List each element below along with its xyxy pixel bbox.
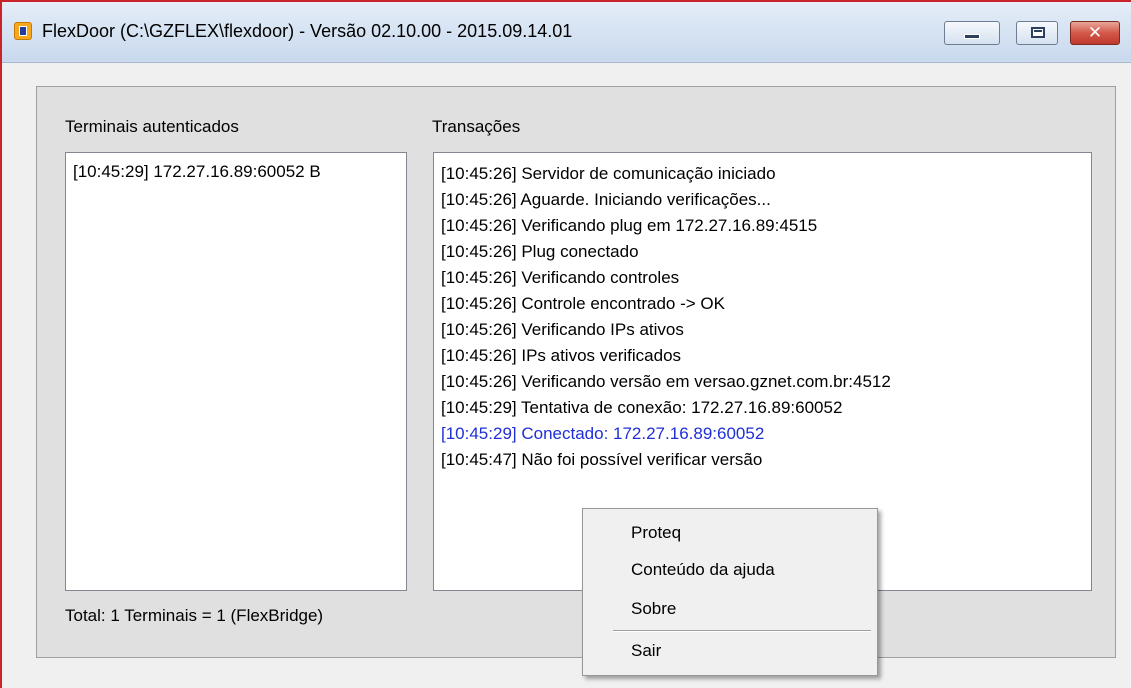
minimize-icon [964, 34, 980, 39]
transaction-list-item[interactable]: [10:45:26] Verificando plug em 172.27.16… [434, 213, 1091, 239]
transaction-list-item[interactable]: [10:45:47] Não foi possível verificar ve… [434, 447, 1091, 473]
maximize-icon [1031, 27, 1045, 38]
transaction-list-item[interactable]: [10:45:26] Servidor de comunicação inici… [434, 161, 1091, 187]
transaction-list-item[interactable]: [10:45:29] Tentativa de conexão: 172.27.… [434, 395, 1091, 421]
terminals-heading: Terminais autenticados [65, 117, 239, 136]
transaction-list-item[interactable]: [10:45:29] Conectado: 172.27.16.89:60052 [434, 421, 1091, 447]
terminals-total: Total: 1 Terminais = 1 (FlexBridge) [65, 606, 324, 625]
transactions-heading: Transações [432, 117, 521, 136]
app-window: FlexDoor (C:\GZFLEX\flexdoor) - Versão 0… [0, 0, 1131, 688]
title-bar[interactable]: FlexDoor (C:\GZFLEX\flexdoor) - Versão 0… [2, 2, 1131, 63]
minimize-button[interactable] [944, 21, 1000, 45]
terminal-list-item[interactable]: [10:45:29] 172.27.16.89:60052 B [66, 159, 406, 185]
transaction-list-item[interactable]: [10:45:26] Verificando controles [434, 265, 1091, 291]
main-panel: Terminais autenticados Transações [10:45… [36, 86, 1116, 658]
transaction-list-item[interactable]: [10:45:26] Aguarde. Iniciando verificaçõ… [434, 187, 1091, 213]
app-icon[interactable] [14, 22, 32, 40]
close-button[interactable]: ✕ [1070, 21, 1120, 45]
menu-item-help-contents[interactable]: Conteúdo da ajuda [583, 553, 877, 587]
menu-item-proteq[interactable]: Proteq [583, 516, 877, 550]
menu-item-about[interactable]: Sobre [583, 592, 877, 626]
maximize-button[interactable] [1016, 21, 1058, 45]
transaction-list-item[interactable]: [10:45:26] Plug conectado [434, 239, 1091, 265]
transaction-list-item[interactable]: [10:45:26] Verificando IPs ativos [434, 317, 1091, 343]
context-menu: Proteq Conteúdo da ajuda Sobre Sair [582, 508, 878, 676]
menu-separator [613, 630, 871, 632]
window-title: FlexDoor (C:\GZFLEX\flexdoor) - Versão 0… [42, 21, 573, 41]
close-icon: ✕ [1087, 23, 1103, 43]
transaction-list-item[interactable]: [10:45:26] IPs ativos verificados [434, 343, 1091, 369]
menu-item-exit[interactable]: Sair [583, 634, 877, 668]
transaction-list-item[interactable]: [10:45:26] Verificando versão em versao.… [434, 369, 1091, 395]
terminals-list[interactable]: [10:45:29] 172.27.16.89:60052 B [65, 152, 407, 591]
transaction-list-item[interactable]: [10:45:26] Controle encontrado -> OK [434, 291, 1091, 317]
